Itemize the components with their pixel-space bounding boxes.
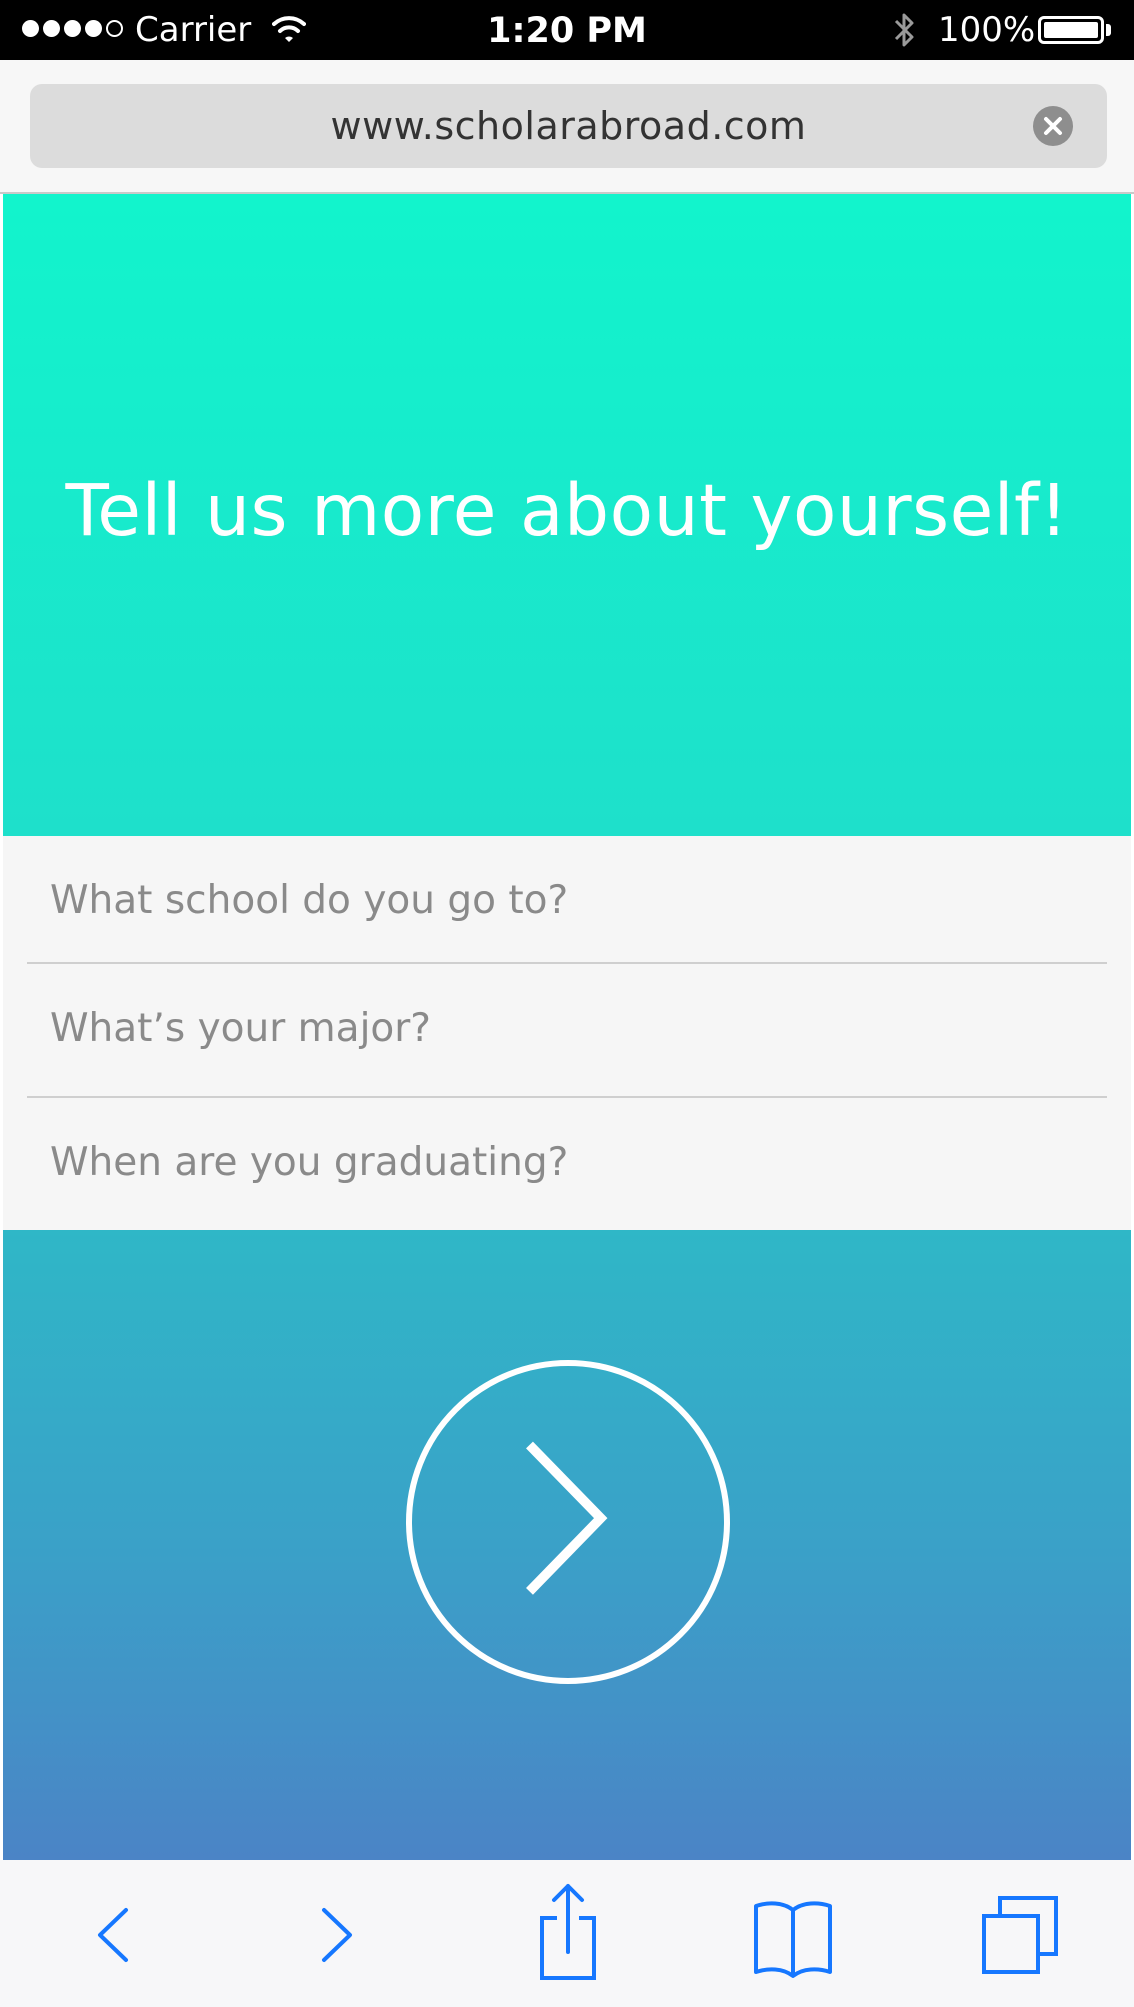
bookmarks-button[interactable] [738,1880,848,1990]
graduation-field-wrapper [27,1098,1107,1226]
major-input[interactable] [27,964,1107,1092]
share-icon [540,1884,596,1980]
major-field-wrapper [27,964,1107,1092]
school-input[interactable] [27,836,1107,964]
address-bar: www.scholarabroad.com [0,60,1134,194]
tabs-icon [982,1896,1058,1974]
status-bar: Carrier 1:20 PM 100% [0,0,1134,60]
school-field-wrapper [27,836,1107,964]
battery-cap [1106,24,1111,36]
battery-icon [1038,16,1104,44]
tabs-button[interactable] [964,1880,1074,1990]
graduation-input[interactable] [27,1098,1107,1226]
share-button[interactable] [512,1880,622,1990]
back-button[interactable] [58,1880,168,1990]
url-text[interactable]: www.scholarabroad.com [30,84,1107,168]
url-field[interactable]: www.scholarabroad.com [30,84,1107,168]
next-section [3,1230,1131,1860]
phone-screen: Carrier 1:20 PM 100% www.scholarabroad.c… [0,0,1134,2007]
next-button[interactable] [406,1360,730,1684]
chevron-right-circle-icon [526,1441,608,1595]
browser-toolbar [0,1860,1134,2007]
profile-form [3,836,1131,1230]
bookmarks-icon [754,1901,832,1978]
battery-percentage: 100% [938,10,1036,50]
hero-banner: Tell us more about yourself! [3,194,1131,836]
forward-arrow-icon [322,1908,352,1962]
back-arrow-icon [98,1908,128,1962]
bluetooth-icon [894,13,914,47]
clear-circle-icon[interactable] [1033,106,1073,146]
page-title: Tell us more about yourself! [65,468,1069,552]
forward-button[interactable] [282,1880,392,1990]
